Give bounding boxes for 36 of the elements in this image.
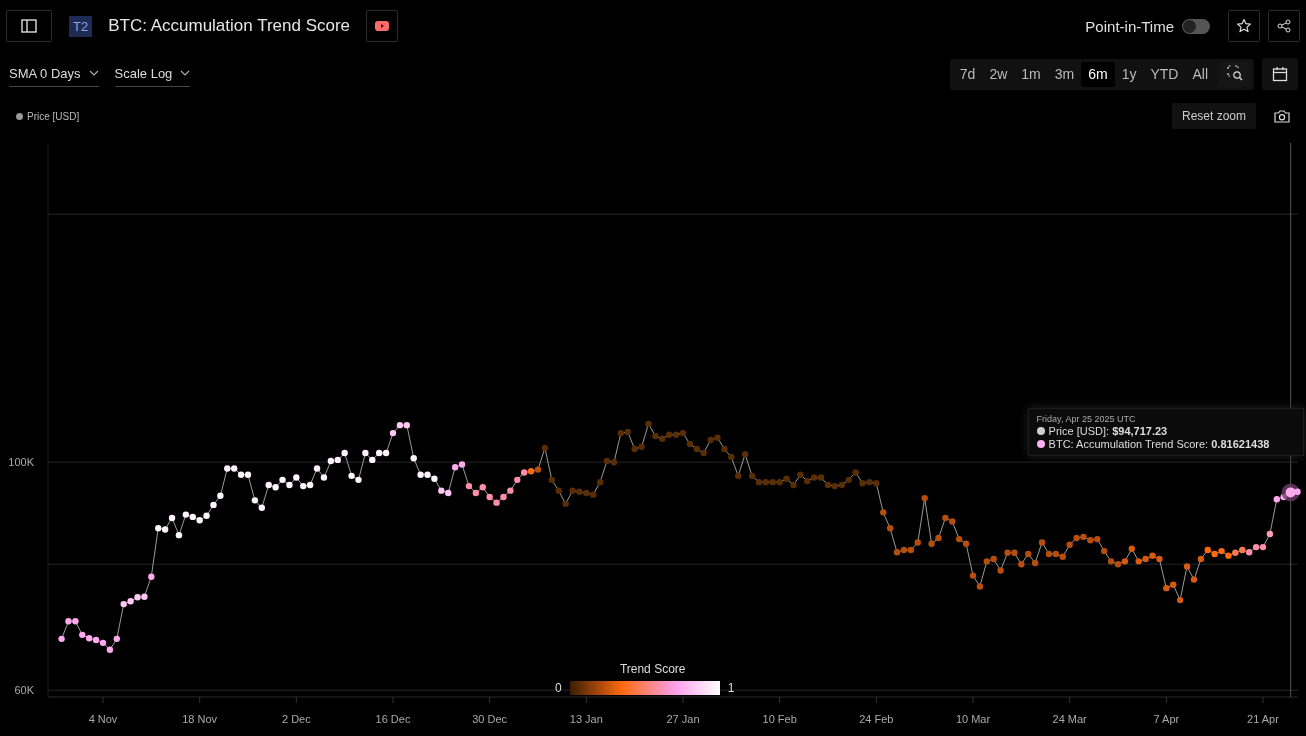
axis-label: 10 Mar (955, 713, 991, 725)
axis-label: 4 Nov (88, 713, 118, 725)
range-tab[interactable]: 6m (1081, 61, 1115, 87)
axis-label: 2 Dec (281, 713, 311, 725)
range-tab[interactable]: 3m (1047, 61, 1082, 87)
point-in-time-label: Point-in-Time (1085, 17, 1174, 35)
axis-label: 24 Mar (1052, 713, 1087, 725)
color-scale-max: 1 (727, 681, 735, 695)
range-tab[interactable]: All (1185, 61, 1215, 87)
tooltip-date: Friday, Apr 25 2025 UTC (1036, 414, 1137, 424)
axis-label: 30 Dec (472, 713, 508, 725)
color-scale-min: 0 (555, 681, 562, 695)
tooltip-value: BTC: Accumulation Trend Score: 0.81621438 (1048, 438, 1270, 450)
range-tab[interactable]: 1y (1114, 61, 1144, 87)
reset-zoom-button[interactable]: Reset zoom (1171, 103, 1256, 129)
axis-label: 16 Dec (375, 713, 411, 725)
axis-label: 21 Apr (1247, 713, 1279, 725)
range-tab[interactable]: 1m (1014, 61, 1048, 87)
axis-label: 7 Apr (1153, 713, 1180, 725)
axis-label: 13 Jan (569, 713, 603, 725)
axis-label: 60K (14, 684, 34, 697)
axis-label: 27 Jan (666, 713, 700, 725)
range-tab[interactable]: YTD (1143, 61, 1186, 87)
legend-item[interactable]: Price [USD] (16, 110, 80, 122)
axis-label: 100K (8, 456, 34, 469)
axis-label: 18 Nov (182, 713, 218, 725)
color-scale-title: Trend Score (618, 662, 686, 676)
tooltip-value: Price [USD]: $94,717.23 (1048, 425, 1168, 437)
sma-dropdown[interactable]: SMA 0 Days (9, 61, 99, 87)
axis-label: 10 Feb (762, 713, 797, 725)
scale-dropdown[interactable]: Scale Log (114, 61, 191, 87)
axis-label: 24 Feb (859, 713, 894, 725)
tier-badge: T2 (69, 15, 93, 37)
page-title: BTC: Accumulation Trend Score (108, 16, 351, 36)
range-tab[interactable]: 7d (952, 61, 983, 87)
range-tab[interactable]: 2w (982, 61, 1015, 87)
